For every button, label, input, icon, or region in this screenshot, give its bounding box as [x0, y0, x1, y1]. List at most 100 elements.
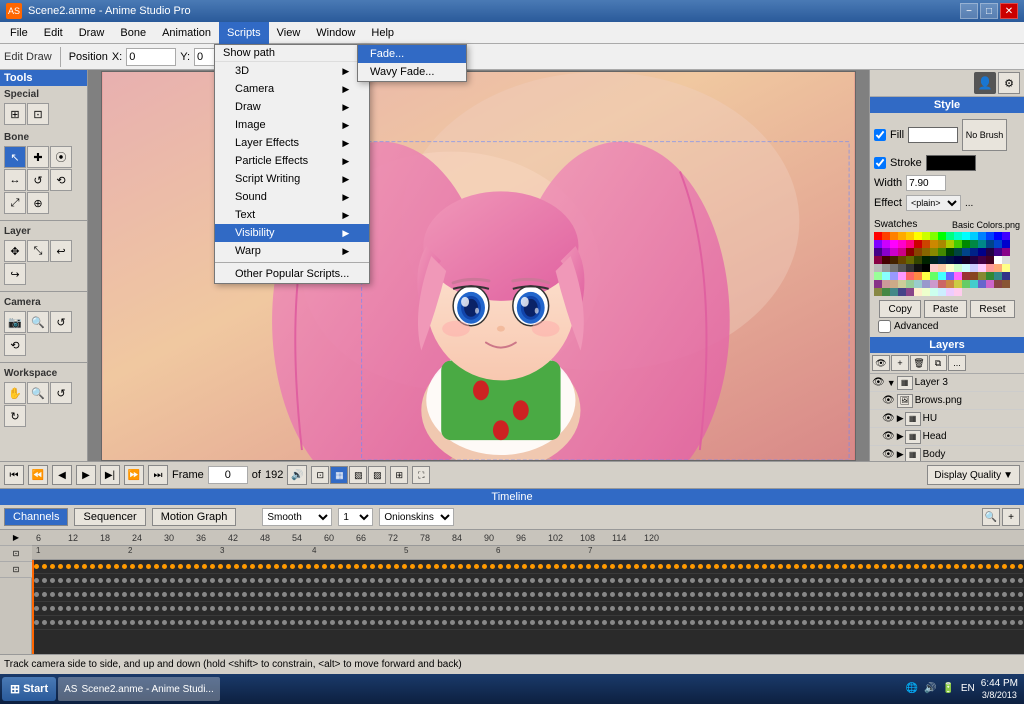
color-cell[interactable] — [874, 248, 882, 256]
tool-camera-1[interactable]: 📷 — [4, 311, 26, 333]
color-cell[interactable] — [970, 256, 978, 264]
color-cell[interactable] — [906, 248, 914, 256]
menu-bone[interactable]: Bone — [112, 22, 154, 44]
color-cell[interactable] — [906, 232, 914, 240]
no-brush-button[interactable]: No Brush — [962, 119, 1007, 151]
layer-row-hu[interactable]: 👁 ▶ ▦ HU — [870, 410, 1024, 428]
color-cell[interactable] — [874, 240, 882, 248]
tool-camera-2[interactable]: 🔍 — [27, 311, 49, 333]
color-cell[interactable] — [882, 288, 890, 296]
color-cell[interactable] — [890, 288, 898, 296]
tool-ws-1[interactable]: ✋ — [4, 382, 26, 404]
color-cell[interactable] — [890, 248, 898, 256]
color-cell[interactable] — [962, 256, 970, 264]
color-cell[interactable] — [922, 280, 930, 288]
color-cell[interactable] — [994, 272, 1002, 280]
menu-image[interactable]: Image ▶ — [215, 116, 369, 134]
play-button[interactable]: ▶ — [76, 465, 96, 485]
color-cell[interactable] — [954, 264, 962, 272]
tool-special-2[interactable]: ⊡ — [27, 103, 49, 125]
color-cell[interactable] — [938, 264, 946, 272]
color-cell[interactable] — [978, 264, 986, 272]
view-btn-3[interactable]: ▧ — [349, 466, 367, 484]
color-cell[interactable] — [874, 288, 882, 296]
color-cell[interactable] — [994, 256, 1002, 264]
color-cell[interactable] — [930, 248, 938, 256]
color-cell[interactable] — [874, 232, 882, 240]
color-cell[interactable] — [874, 264, 882, 272]
layers-dup-btn[interactable]: ⧉ — [929, 355, 947, 371]
close-button[interactable]: ✕ — [1000, 3, 1018, 19]
color-cell[interactable] — [1002, 240, 1010, 248]
menu-layer-effects[interactable]: Layer Effects ▶ — [215, 134, 369, 152]
color-cell[interactable] — [922, 248, 930, 256]
color-cell[interactable] — [994, 240, 1002, 248]
tool-layer-2[interactable]: ⤡ — [27, 240, 49, 262]
start-button[interactable]: ⊞ Start — [2, 677, 56, 701]
color-cell[interactable] — [994, 280, 1002, 288]
color-cell[interactable] — [1002, 256, 1010, 264]
color-cell[interactable] — [882, 264, 890, 272]
color-cell[interactable] — [930, 240, 938, 248]
color-cell[interactable] — [978, 248, 986, 256]
color-cell[interactable] — [954, 288, 962, 296]
color-cell[interactable] — [946, 232, 954, 240]
color-cell[interactable] — [898, 264, 906, 272]
color-cell[interactable] — [898, 272, 906, 280]
color-cell[interactable] — [978, 232, 986, 240]
layer-row-head[interactable]: 👁 ▶ ▦ Head — [870, 428, 1024, 446]
color-cell[interactable] — [906, 240, 914, 248]
color-cell[interactable] — [946, 264, 954, 272]
color-cell[interactable] — [898, 240, 906, 248]
color-cell[interactable] — [898, 288, 906, 296]
color-cell[interactable] — [986, 232, 994, 240]
tool-ws-3[interactable]: ↺ — [50, 382, 72, 404]
color-cell[interactable] — [978, 280, 986, 288]
color-cell[interactable] — [938, 288, 946, 296]
menu-other-scripts[interactable]: Other Popular Scripts... — [215, 265, 369, 283]
color-cell[interactable] — [1002, 280, 1010, 288]
color-cell[interactable] — [922, 232, 930, 240]
stroke-color-swatch[interactable] — [926, 155, 976, 171]
view-btn-1[interactable]: ⊡ — [311, 466, 329, 484]
menu-warp[interactable]: Warp ▶ — [215, 242, 369, 260]
menu-view[interactable]: View — [269, 22, 309, 44]
color-cell[interactable] — [962, 248, 970, 256]
color-cell[interactable] — [898, 232, 906, 240]
step-fwd-button[interactable]: ⏩ — [124, 465, 144, 485]
tool-ws-2[interactable]: 🔍 — [27, 382, 49, 404]
menu-particle-effects[interactable]: Particle Effects ▶ — [215, 152, 369, 170]
color-cell[interactable] — [914, 240, 922, 248]
tool-layer-3[interactable]: ↩ — [50, 240, 72, 262]
paste-button[interactable]: Paste — [924, 300, 968, 318]
menu-draw[interactable]: Draw — [71, 22, 113, 44]
color-cell[interactable] — [986, 248, 994, 256]
color-cell[interactable] — [882, 232, 890, 240]
color-cell[interactable] — [954, 280, 962, 288]
menu-window[interactable]: Window — [308, 22, 363, 44]
fill-color-swatch[interactable] — [908, 127, 958, 143]
color-cell[interactable] — [946, 272, 954, 280]
color-cell[interactable] — [874, 256, 882, 264]
color-cell[interactable] — [978, 256, 986, 264]
frame-input[interactable] — [208, 466, 248, 484]
tool-layer-1[interactable]: ✥ — [4, 240, 26, 262]
settings-icon[interactable]: ⚙ — [998, 72, 1020, 94]
color-cell[interactable] — [906, 272, 914, 280]
color-cell[interactable] — [930, 256, 938, 264]
reset-button[interactable]: Reset — [970, 300, 1014, 318]
fullscreen-btn[interactable]: ⛶ — [412, 466, 430, 484]
color-cell[interactable] — [954, 232, 962, 240]
menu-sound[interactable]: Sound ▶ — [215, 188, 369, 206]
color-cell[interactable] — [922, 256, 930, 264]
stroke-checkbox[interactable] — [874, 157, 886, 169]
color-cell[interactable] — [970, 272, 978, 280]
tool-bone-5[interactable]: ↺ — [27, 169, 49, 191]
color-cell[interactable] — [882, 240, 890, 248]
color-cell[interactable] — [914, 264, 922, 272]
submenu-wavy-fade[interactable]: Wavy Fade... — [358, 63, 466, 81]
color-cell[interactable] — [914, 288, 922, 296]
color-cell[interactable] — [930, 272, 938, 280]
color-cell[interactable] — [922, 288, 930, 296]
color-cell[interactable] — [898, 248, 906, 256]
